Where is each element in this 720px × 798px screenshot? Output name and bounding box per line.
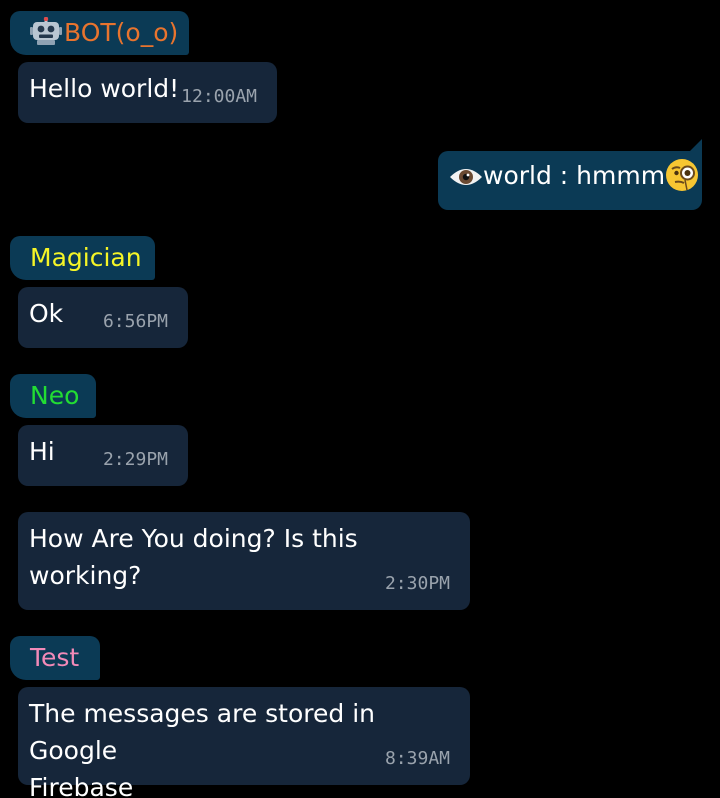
message-time: 12:00AM (181, 86, 257, 107)
robot-icon (30, 17, 62, 45)
message-text: How Are You doing? Is this working? (29, 524, 358, 590)
message-time: 8:39AM (384, 748, 450, 769)
eye-icon (450, 169, 482, 185)
sender-tag-magician: Magician (10, 236, 155, 280)
sender-name: Test (30, 643, 80, 672)
chat-view: BOT(o_o) Hello world! 12:00AM world : hm… (0, 0, 720, 798)
message-bubble[interactable]: Hello world! 12:00AM (18, 62, 277, 123)
message-text: Ok (29, 299, 64, 328)
message-time: 6:56PM (102, 311, 168, 332)
message-text: Hi (29, 437, 55, 466)
message-time: 2:29PM (102, 449, 168, 470)
own-message-text: world : hmmm (483, 161, 666, 190)
sender-name: Neo (30, 381, 80, 410)
own-message-bubble[interactable]: world : hmmm (438, 139, 702, 210)
message-bubble[interactable]: Hi 2:29PM (18, 425, 188, 486)
sender-name: BOT(o_o) (64, 18, 179, 47)
message-text: Hello world! (29, 74, 180, 103)
sender-tag-bot: BOT(o_o) (10, 11, 189, 55)
message-bubble[interactable]: The messages are stored in Google Fireba… (18, 687, 470, 798)
sender-tag-test: Test (10, 636, 100, 680)
message-bubble[interactable]: How Are You doing? Is this working? 2:30… (18, 512, 470, 610)
message-text: The messages are stored in Google Fireba… (29, 699, 375, 798)
monocle-face-icon (666, 159, 699, 191)
message-bubble[interactable]: Ok 6:56PM (18, 287, 188, 348)
sender-tag-neo: Neo (10, 374, 96, 418)
message-time: 2:30PM (384, 573, 450, 594)
sender-name: Magician (30, 243, 142, 272)
